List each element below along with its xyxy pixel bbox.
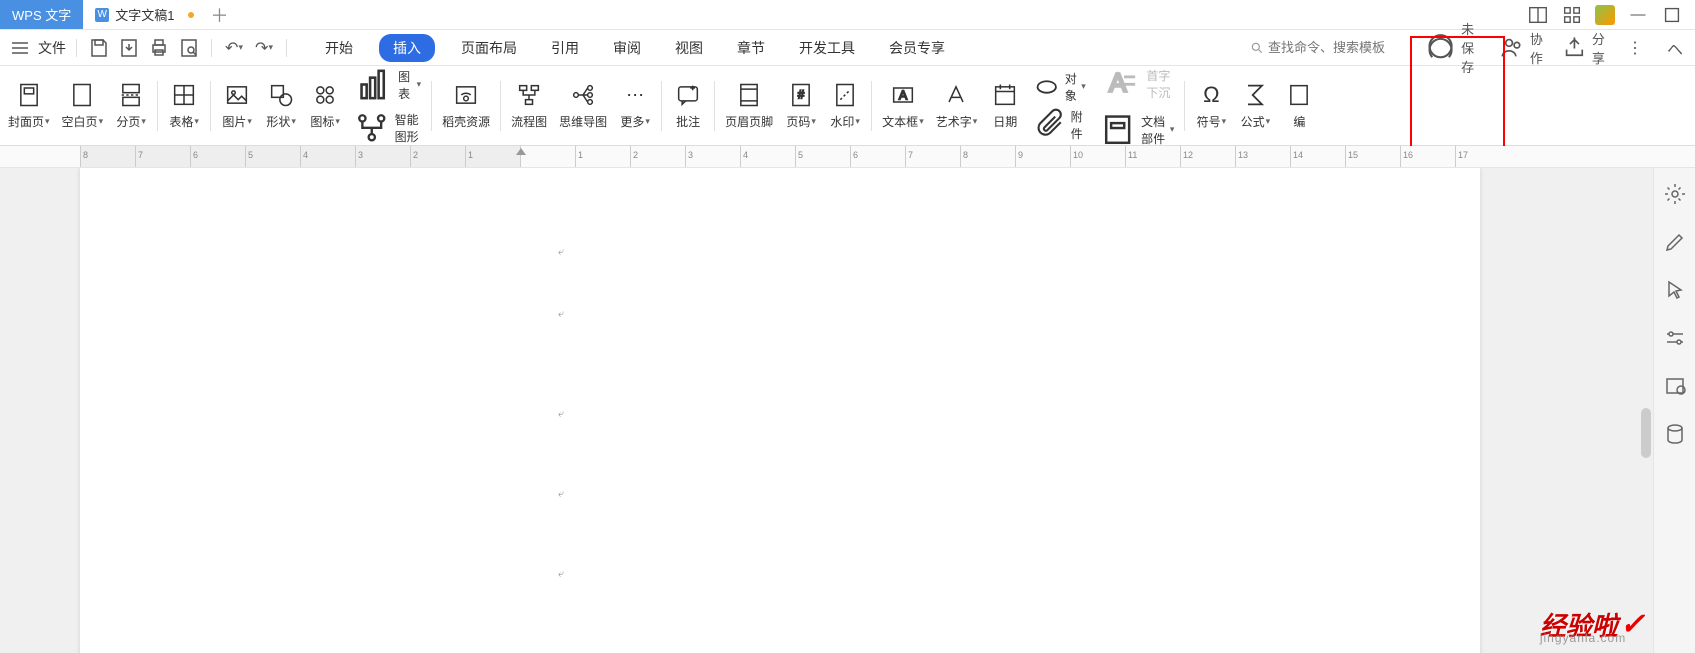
document-page[interactable]: ⤶ ⤶ ⤶ ⤶ ⤶ [80, 168, 1480, 653]
command-search[interactable] [1250, 40, 1408, 55]
tab-review[interactable]: 审阅 [605, 34, 649, 62]
preview-icon[interactable] [177, 36, 201, 60]
textbox-button[interactable]: A文本框▾ [876, 70, 930, 142]
number-button[interactable]: 编 [1277, 70, 1321, 142]
side-pen-icon[interactable] [1663, 230, 1687, 254]
smartart-button[interactable]: 智能图形 [353, 109, 421, 147]
collab-button[interactable]: 协作 [1499, 29, 1545, 67]
separator [286, 39, 287, 57]
watermark-button[interactable]: 水印▾ [823, 70, 867, 142]
icon-button[interactable]: 图标▾ [303, 70, 347, 142]
menu-hamburger-icon[interactable] [8, 36, 32, 60]
page-break-button[interactable]: 分页▾ [109, 70, 153, 142]
tab-member[interactable]: 会员专享 [881, 34, 953, 62]
blank-page-button[interactable]: 空白页▾ [56, 70, 110, 142]
side-settings-icon[interactable] [1663, 326, 1687, 350]
doc-type-icon: W [95, 8, 109, 22]
side-database-icon[interactable] [1663, 422, 1687, 446]
menu-bar: 文件 ↶▾ ↷▾ 开始 插入 页面布局 引用 审阅 视图 章节 开发工具 会员专… [0, 30, 1695, 66]
vertical-scrollbar[interactable] [1639, 168, 1653, 653]
page-number-button[interactable]: #页码▾ [779, 70, 823, 142]
paragraph-mark: ⤶ [558, 488, 564, 501]
picture-button[interactable]: 图片▾ [215, 70, 259, 142]
tab-insert[interactable]: 插入 [379, 34, 435, 62]
docer-button[interactable]: 稻壳资源 [436, 70, 496, 142]
watermark-logo: 经验啦 ✓ jingyanla.com [1540, 606, 1645, 643]
separator [500, 81, 501, 131]
header-footer-button[interactable]: 页眉页脚 [719, 70, 779, 142]
paragraph-mark: ⤶ [558, 408, 564, 421]
svg-text:A: A [1109, 67, 1127, 97]
new-tab-button[interactable]: ＋ [204, 0, 234, 29]
menubar-right: 未保存 协作 分享 ⋮ ヘ [1250, 19, 1687, 76]
scrollbar-thumb[interactable] [1641, 408, 1651, 458]
side-page-icon[interactable] [1663, 374, 1687, 398]
separator [210, 81, 211, 131]
redo-icon[interactable]: ↷▾ [252, 36, 276, 60]
search-input[interactable] [1268, 40, 1408, 55]
svg-text:#: # [798, 89, 805, 102]
ribbon-tabs: 开始 插入 页面布局 引用 审阅 视图 章节 开发工具 会员专享 [317, 34, 953, 62]
side-cursor-icon[interactable] [1663, 278, 1687, 302]
share-button[interactable]: 分享 [1561, 29, 1607, 67]
unsaved-status[interactable]: 未保存 [1424, 19, 1483, 76]
separator [431, 81, 432, 131]
tab-view[interactable]: 视图 [667, 34, 711, 62]
document-area: ⤶ ⤶ ⤶ ⤶ ⤶ [0, 168, 1653, 653]
home-tab[interactable]: WPS 文字 [0, 0, 83, 29]
comment-button[interactable]: 批注 [666, 70, 710, 142]
svg-text:A: A [899, 88, 908, 103]
paragraph-mark: ⤶ [558, 568, 564, 581]
tab-section[interactable]: 章节 [729, 34, 773, 62]
separator [76, 39, 77, 57]
attachment-button[interactable]: 附件 [1033, 108, 1086, 142]
symbol-button[interactable]: Ω符号▾ [1189, 70, 1233, 142]
shape-button[interactable]: 形状▾ [259, 70, 303, 142]
formula-button[interactable]: 公式▾ [1233, 70, 1277, 142]
object-button[interactable]: 对象▾ [1033, 70, 1086, 104]
tab-layout[interactable]: 页面布局 [453, 34, 525, 62]
dropcap-button: A首字下沉 [1098, 62, 1175, 107]
side-toolbox-icon[interactable] [1663, 182, 1687, 206]
wordart-button[interactable]: 艺术字▾ [930, 70, 984, 142]
more-button[interactable]: ⋯更多▾ [613, 70, 657, 142]
separator [1184, 81, 1185, 131]
save-icon[interactable] [87, 36, 111, 60]
side-panel [1653, 168, 1695, 653]
separator [714, 81, 715, 131]
tab-reference[interactable]: 引用 [543, 34, 587, 62]
separator [157, 81, 158, 131]
horizontal-ruler[interactable]: 876543211234567891011121314151617 [0, 146, 1695, 168]
collapse-ribbon-icon[interactable]: ヘ [1663, 36, 1687, 60]
ribbon-insert: 封面页▾ 空白页▾ 分页▾ 表格▾ 图片▾ 形状▾ 图标▾ 图表▾ 智能图形 稻… [0, 66, 1695, 146]
chart-button[interactable]: 图表▾ [353, 64, 421, 105]
paragraph-mark: ⤶ [558, 308, 564, 321]
paragraph-mark: ⤶ [558, 246, 564, 259]
tab-developer[interactable]: 开发工具 [791, 34, 863, 62]
document-tab[interactable]: W 文字文稿1 [83, 0, 204, 29]
flowchart-button[interactable]: 流程图 [505, 70, 553, 142]
separator [871, 81, 872, 131]
date-button[interactable]: 日期 [983, 70, 1027, 142]
undo-icon[interactable]: ↶▾ [222, 36, 246, 60]
separator [661, 81, 662, 131]
export-icon[interactable] [117, 36, 141, 60]
tab-start[interactable]: 开始 [317, 34, 361, 62]
docpart-button[interactable]: 文档部件▾ [1098, 110, 1175, 149]
document-title: 文字文稿1 [115, 5, 174, 24]
mindmap-button[interactable]: 思维导图 [553, 70, 613, 142]
cover-page-button[interactable]: 封面页▾ [2, 70, 56, 142]
more-menu-icon[interactable]: ⋮ [1623, 36, 1647, 60]
table-button[interactable]: 表格▾ [162, 70, 206, 142]
file-menu[interactable]: 文件 [38, 38, 66, 58]
separator [211, 39, 212, 57]
print-icon[interactable] [147, 36, 171, 60]
